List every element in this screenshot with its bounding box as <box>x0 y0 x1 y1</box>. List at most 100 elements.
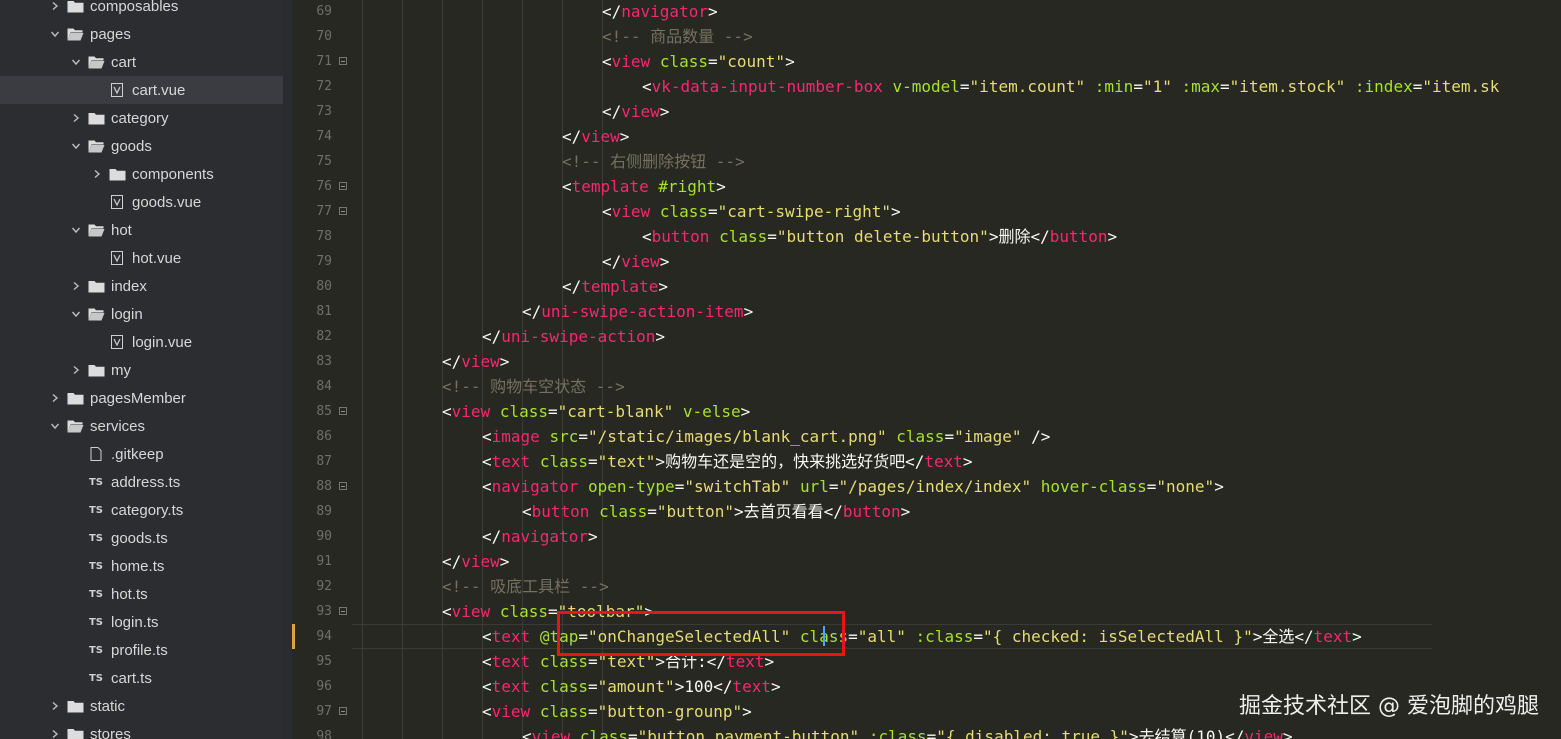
fold-toggle-icon[interactable] <box>339 57 347 65</box>
tree-item-label: login.ts <box>111 613 159 631</box>
file-icon <box>87 446 105 462</box>
tree-file-item[interactable]: login.vue <box>0 328 283 356</box>
chevron-down-icon[interactable] <box>69 55 83 69</box>
code-token-punc: = <box>973 627 983 646</box>
tree-folder-item[interactable]: services <box>0 412 283 440</box>
code-token-text: 100 <box>684 677 714 696</box>
code-token-str: "toolbar" <box>557 602 645 621</box>
code-token-punc: </ <box>522 302 542 321</box>
code-line[interactable]: 91 </view> <box>292 549 1561 574</box>
code-line[interactable]: 69 </navigator> <box>292 0 1561 24</box>
tree-folder-item[interactable]: components <box>0 160 283 188</box>
code-line[interactable]: 78 <button class="button delete-button">删… <box>292 224 1561 249</box>
code-token-punc: = <box>547 602 558 621</box>
tree-folder-item[interactable]: goods <box>0 132 283 160</box>
code-line[interactable]: 79 </view> <box>292 249 1561 274</box>
sidebar-splitter[interactable] <box>283 0 292 739</box>
tree-item-label: hot <box>111 221 132 239</box>
chevron-down-icon[interactable] <box>48 419 62 433</box>
tree-folder-item[interactable]: index <box>0 272 283 300</box>
code-token-punc: > <box>1282 727 1293 739</box>
fold-toggle-icon[interactable] <box>339 482 347 490</box>
code-line[interactable]: 81 </uni-swipe-action-item> <box>292 299 1561 324</box>
chevron-right-icon[interactable] <box>69 279 83 293</box>
code-line[interactable]: 73 </view> <box>292 99 1561 124</box>
code-line[interactable]: 71 <view class="count"> <box>292 49 1561 74</box>
code-line[interactable]: 84 <!-- 购物车空状态 --> <box>292 374 1561 399</box>
tree-file-item[interactable]: TS goods.ts <box>0 524 283 552</box>
chevron-down-icon[interactable] <box>69 307 83 321</box>
tree-folder-item[interactable]: composables <box>0 0 283 20</box>
tree-file-item[interactable]: TS profile.ts <box>0 636 283 664</box>
tree-file-item[interactable]: TS home.ts <box>0 552 283 580</box>
chevron-right-icon[interactable] <box>90 167 104 181</box>
tree-folder-item[interactable]: pages <box>0 20 283 48</box>
code-line[interactable]: 87 <text class="text">购物车还是空的，快来挑选好货吧</te… <box>292 449 1561 474</box>
tree-folder-item[interactable]: login <box>0 300 283 328</box>
chevron-down-icon[interactable] <box>69 139 83 153</box>
code-line[interactable]: 70 <!-- 商品数量 --> <box>292 24 1561 49</box>
tree-folder-item[interactable]: pagesMember <box>0 384 283 412</box>
code-line[interactable]: 75 <!-- 右侧删除按钮 --> <box>292 149 1561 174</box>
fold-toggle-icon[interactable] <box>339 607 347 615</box>
code-line[interactable]: 74 </view> <box>292 124 1561 149</box>
code-line[interactable]: 80 </template> <box>292 274 1561 299</box>
code-line[interactable]: 76 <template #right> <box>292 174 1561 199</box>
code-token-punc: </ <box>1225 727 1245 739</box>
tree-folder-item[interactable]: static <box>0 692 283 720</box>
code-line[interactable]: 94 <text @tap="onChangeSelectedAll" class… <box>292 624 1561 649</box>
chevron-down-icon[interactable] <box>48 27 62 41</box>
tree-folder-item[interactable]: category <box>0 104 283 132</box>
fold-toggle-icon[interactable] <box>339 207 347 215</box>
code-line[interactable]: 77 <view class="cart-swipe-right"> <box>292 199 1561 224</box>
fold-toggle-icon[interactable] <box>339 707 347 715</box>
code-token-punc: > <box>785 52 795 71</box>
chevron-right-icon[interactable] <box>69 363 83 377</box>
code-token-punc: > <box>740 402 751 421</box>
code-line[interactable]: 86 <image src="/static/images/blank_cart.… <box>292 424 1561 449</box>
code-token-tag: button <box>531 502 590 521</box>
fold-toggle-icon[interactable] <box>339 407 347 415</box>
code-line[interactable]: 72 <vk-data-input-number-box v-model="ite… <box>292 74 1561 99</box>
tree-file-item[interactable]: TS category.ts <box>0 496 283 524</box>
tree-file-item[interactable]: cart.vue <box>0 76 283 104</box>
code-token-tag: view <box>1244 727 1283 739</box>
code-line[interactable]: 90 </navigator> <box>292 524 1561 549</box>
code-line[interactable]: 98 <view class="button payment-button" :c… <box>292 724 1561 739</box>
tree-folder-item[interactable]: stores <box>0 720 283 739</box>
code-line[interactable]: 82 </uni-swipe-action> <box>292 324 1561 349</box>
tree-folder-item[interactable]: my <box>0 356 283 384</box>
code-line[interactable]: 88 <navigator open-type="switchTab" url="… <box>292 474 1561 499</box>
code-line[interactable]: 89 <button class="button">去首页看看</button> <box>292 499 1561 524</box>
code-token-punc: = <box>707 52 718 71</box>
code-line[interactable]: 85 <view class="cart-blank" v-else> <box>292 399 1561 424</box>
code-token-punc: > <box>988 227 999 246</box>
code-token-comment: <!-- 右侧删除按钮 --> <box>562 152 745 171</box>
tree-file-item[interactable]: TS cart.ts <box>0 664 283 692</box>
code-token-punc: = <box>1220 77 1230 96</box>
code-token-punc: </ <box>706 652 726 671</box>
tree-file-item[interactable]: .gitkeep <box>0 440 283 468</box>
chevron-right-icon[interactable] <box>48 699 62 713</box>
fold-toggle-icon[interactable] <box>339 182 347 190</box>
chevron-right-icon[interactable] <box>48 0 62 13</box>
tree-folder-item[interactable]: cart <box>0 48 283 76</box>
chevron-down-icon[interactable] <box>69 223 83 237</box>
tree-file-item[interactable]: TS address.ts <box>0 468 283 496</box>
code-editor[interactable]: 69 </navigator> 70 <!-- 商品数量 --> 71 <view cla… <box>292 0 1561 739</box>
chevron-right-icon[interactable] <box>48 727 62 739</box>
code-line[interactable]: 93 <view class="toolbar"> <box>292 599 1561 624</box>
tree-file-item[interactable]: TS login.ts <box>0 608 283 636</box>
code-line[interactable]: 83 </view> <box>292 349 1561 374</box>
typescript-file-icon: TS <box>88 476 104 488</box>
tree-file-item[interactable]: TS hot.ts <box>0 580 283 608</box>
code-line[interactable]: 95 <text class="text">合计:</text> <box>292 649 1561 674</box>
chevron-right-icon[interactable] <box>69 111 83 125</box>
tree-file-item[interactable]: hot.vue <box>0 244 283 272</box>
tree-folder-item[interactable]: hot <box>0 216 283 244</box>
chevron-right-icon[interactable] <box>48 391 62 405</box>
code-line[interactable]: 92 <!-- 吸底工具栏 --> <box>292 574 1561 599</box>
tree-file-item[interactable]: goods.vue <box>0 188 283 216</box>
